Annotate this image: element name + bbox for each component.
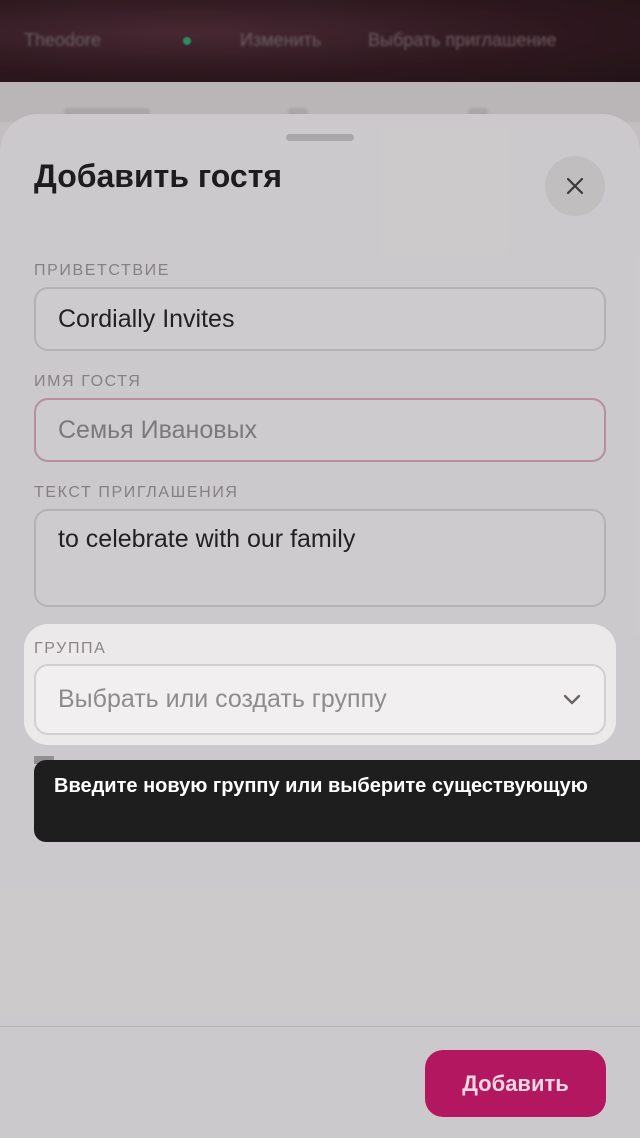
group-select[interactable]: Выбрать или создать группу bbox=[34, 664, 606, 735]
group-placeholder: Выбрать или создать группу bbox=[58, 685, 387, 713]
onboarding-dim-overlay bbox=[0, 0, 640, 1138]
group-field-spotlight: ГРУППА Выбрать или создать группу bbox=[24, 624, 616, 745]
add-button[interactable]: Добавить bbox=[425, 1050, 606, 1117]
chevron-down-icon bbox=[563, 694, 581, 704]
onboarding-tooltip[interactable]: Введите новую группу или выберите сущест… bbox=[34, 760, 640, 842]
group-label: ГРУППА bbox=[34, 640, 107, 657]
